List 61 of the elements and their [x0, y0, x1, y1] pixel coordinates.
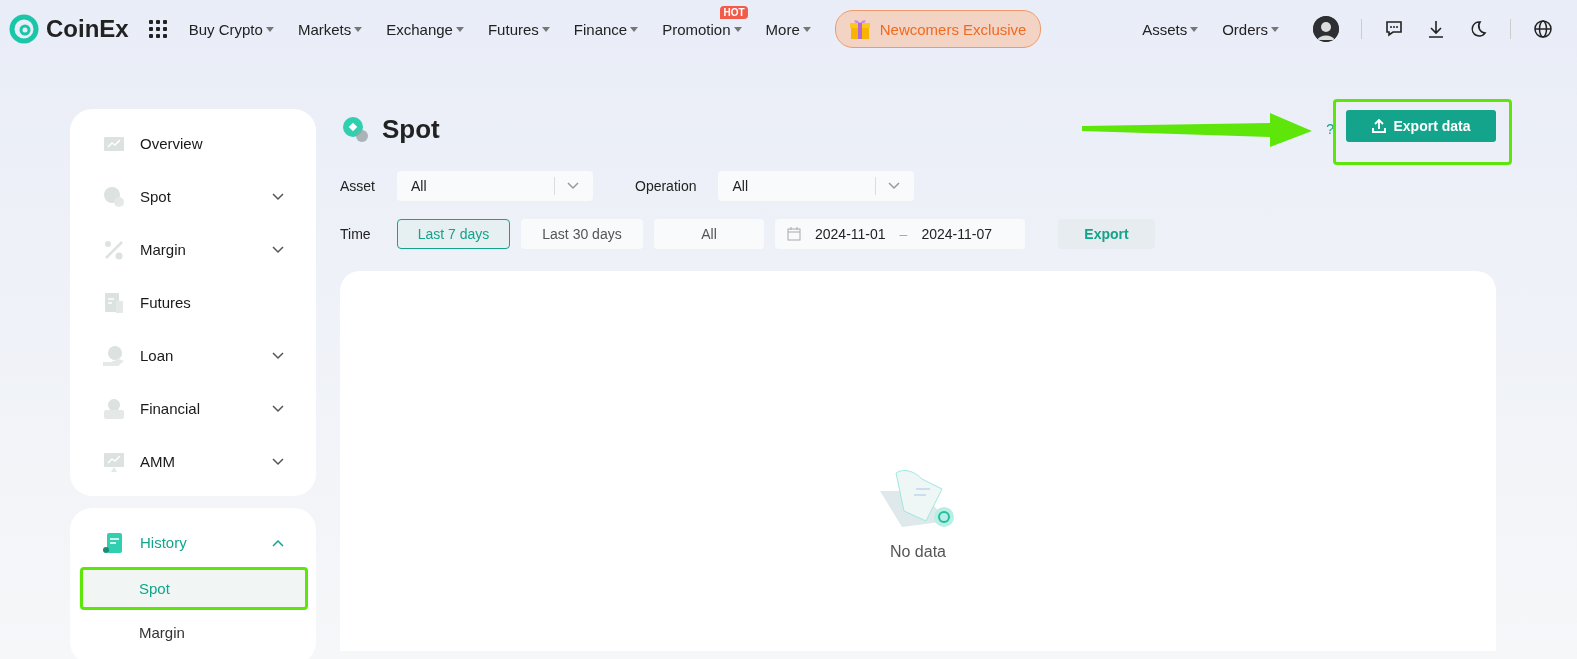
- nav-menu-item[interactable]: More: [765, 20, 811, 38]
- chevron-down-icon: [272, 351, 284, 360]
- caret-icon: [354, 26, 363, 32]
- upload-icon: [1371, 118, 1388, 134]
- download-icon[interactable]: [1426, 19, 1446, 39]
- gift-icon: [847, 17, 872, 41]
- sidebar-item[interactable]: Overview: [70, 117, 316, 170]
- nav-menu-item[interactable]: Promotion: [662, 20, 742, 38]
- select-field[interactable]: All: [397, 171, 593, 201]
- avatar-icon[interactable]: [1313, 16, 1339, 42]
- nav-menu-item[interactable]: Finance: [573, 20, 639, 38]
- sidebar-item[interactable]: Loan: [70, 329, 316, 382]
- chevron-down-icon: [567, 182, 579, 190]
- coin-card-icon: [102, 396, 126, 421]
- filter-label: Asset: [340, 178, 376, 194]
- logo-icon: [8, 13, 40, 45]
- caret-icon: [455, 26, 464, 32]
- chat-icon[interactable]: [1384, 19, 1404, 39]
- calendar-icon: [787, 227, 801, 241]
- hot-badge: HOT: [720, 5, 748, 19]
- time-range-tab[interactable]: Last 30 days: [521, 219, 643, 249]
- grid-menu-icon[interactable]: [148, 20, 167, 38]
- logo-text[interactable]: CoinEx: [46, 15, 129, 43]
- sidebar-subitem[interactable]: Margin: [79, 613, 307, 653]
- caret-icon: [630, 26, 639, 32]
- caret-icon: [733, 26, 742, 32]
- sidebar-item[interactable]: AMM: [70, 435, 316, 488]
- chevron-down-icon: [272, 192, 284, 201]
- nav-menu-item[interactable]: Futures: [487, 20, 550, 38]
- chevron-up-icon: [272, 538, 284, 547]
- caret-icon: [541, 26, 550, 32]
- filter-label: Time: [340, 226, 372, 242]
- chevron-down-icon: [272, 245, 284, 254]
- time-range-tab[interactable]: All: [654, 219, 764, 249]
- caret-icon: [1271, 26, 1279, 32]
- globe-icon[interactable]: [1533, 19, 1553, 39]
- filter-label: Operation: [635, 178, 697, 194]
- coin-hand-icon: [102, 343, 126, 368]
- sidebar-item[interactable]: Margin: [70, 223, 316, 276]
- caret-icon: [802, 26, 811, 32]
- caret-icon: [1190, 26, 1199, 32]
- nav-menu-item[interactable]: Markets: [297, 20, 363, 38]
- nav-menu-item[interactable]: Assets: [1142, 20, 1199, 38]
- select-field[interactable]: All: [718, 171, 915, 201]
- chevron-down-icon: [888, 182, 901, 190]
- page-title: Spot: [382, 113, 440, 145]
- nav-menu-item[interactable]: Buy Crypto: [188, 20, 274, 38]
- nav-menu-item[interactable]: Exchange: [386, 20, 464, 38]
- document-icon: [102, 290, 126, 315]
- sidebar-item[interactable]: Financial: [70, 382, 316, 435]
- coin-icon: [102, 184, 126, 209]
- coin-icon: [340, 114, 370, 144]
- date-range-field[interactable]: 2024-11-01 – 2024-11-07: [775, 219, 1025, 249]
- moon-icon[interactable]: [1468, 19, 1488, 39]
- sidebar-item[interactable]: Spot: [70, 170, 316, 223]
- chevron-down-icon: [272, 404, 284, 413]
- caret-icon: [265, 26, 274, 32]
- chevron-down-icon: [272, 457, 284, 466]
- sidebar-item[interactable]: Futures: [70, 276, 316, 329]
- empty-message: No data: [889, 543, 946, 561]
- nav-menu-item[interactable]: Orders: [1222, 20, 1279, 38]
